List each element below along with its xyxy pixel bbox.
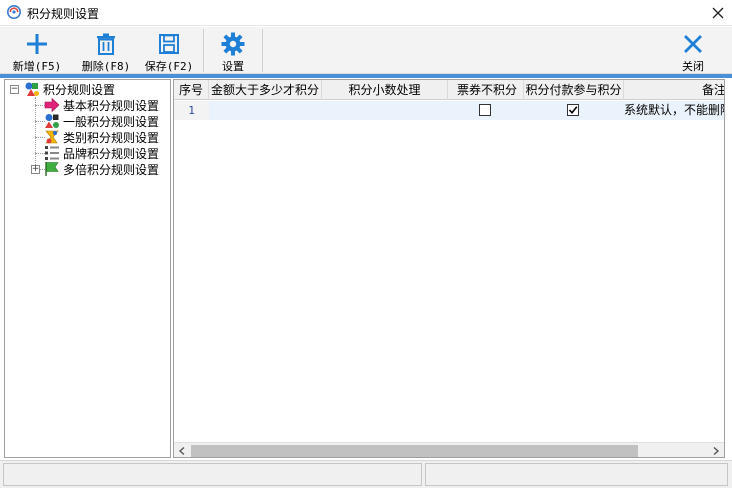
window-close-button[interactable] [704, 0, 732, 26]
settings-button[interactable]: 设置 [210, 27, 256, 74]
column-header-amount[interactable]: 金额大于多少才积分 [209, 80, 322, 100]
app-logo-icon [7, 5, 21, 19]
coupon-no-points-checkbox[interactable] [479, 104, 491, 116]
category-icon [44, 129, 60, 145]
trash-icon [93, 31, 119, 57]
tree-item-label: 基本积分规则设置 [63, 98, 160, 113]
save-icon [156, 31, 182, 57]
rules-group-icon [24, 81, 40, 97]
payment-points-checkbox[interactable] [567, 104, 579, 116]
column-header-decimal[interactable]: 积分小数处理 [322, 80, 448, 100]
flag-icon [44, 161, 60, 177]
tree-root-node[interactable]: 积分规则设置 [24, 81, 115, 97]
decimal-cell[interactable] [322, 101, 448, 120]
rule-tree-panel: − 积分规则设置 基本积分规则设置 一般积分规则设置 类别积分规则设置 品牌积分… [4, 79, 171, 458]
row-index-cell: 1 [174, 101, 209, 120]
delete-button-label: 删除(F8) [81, 60, 131, 73]
tree-root-collapse-toggle[interactable]: − [10, 85, 19, 94]
title-bar: 积分规则设置 [0, 0, 732, 26]
settings-button-label: 设置 [222, 60, 244, 73]
toolbar-separator [262, 29, 263, 72]
gear-icon [220, 31, 246, 57]
scroll-left-arrow-icon[interactable] [174, 443, 190, 457]
remark-cell[interactable]: 系统默认，不能删除 [604, 101, 724, 120]
close-button[interactable]: 关闭 [670, 27, 716, 74]
add-button[interactable]: 新增(F5) [4, 27, 70, 74]
tree-item-label: 类别积分规则设置 [63, 130, 160, 145]
grid-header: 序号 金额大于多少才积分 积分小数处理 票券不积分 积分付款参与积分 备注 [174, 80, 724, 100]
grid-horizontal-scrollbar[interactable] [174, 442, 724, 457]
toolbar: 新增(F5) 删除(F8) 保存(F2) 设置 关闭 [0, 27, 732, 74]
delete-button[interactable]: 删除(F8) [73, 27, 139, 74]
tree-item-label: 一般积分规则设置 [63, 114, 160, 129]
tree-item-multiple-expand-toggle[interactable]: + [31, 165, 40, 174]
column-header-payment[interactable]: 积分付款参与积分 [524, 80, 624, 100]
close-icon [712, 7, 724, 19]
tree-item-brand-rules[interactable]: 品牌积分规则设置 [44, 145, 159, 161]
window-title: 积分规则设置 [27, 7, 100, 21]
scrollbar-thumb[interactable] [191, 445, 638, 457]
save-button-label: 保存(F2) [144, 60, 194, 73]
save-button[interactable]: 保存(F2) [141, 27, 197, 74]
close-icon [680, 31, 706, 57]
add-button-label: 新增(F5) [12, 60, 62, 73]
arrow-right-icon [44, 97, 60, 113]
shapes-icon [44, 113, 60, 129]
brand-icon [44, 145, 60, 161]
tree-guide [35, 97, 36, 169]
tree-item-label: 多倍积分规则设置 [63, 162, 160, 177]
table-row[interactable]: 1 系统默认，不能删除 [174, 101, 724, 120]
column-header-coupon[interactable]: 票券不积分 [448, 80, 524, 100]
tree-item-basic-rules[interactable]: 基本积分规则设置 [44, 97, 159, 113]
tree-item-multiple-rules[interactable]: 多倍积分规则设置 [44, 161, 159, 177]
toolbar-accent-line [0, 74, 732, 78]
amount-cell[interactable] [209, 101, 322, 120]
tree-item-category-rules[interactable]: 类别积分规则设置 [44, 129, 159, 145]
column-header-remark[interactable]: 备注 [624, 80, 724, 100]
scroll-right-arrow-icon[interactable] [708, 443, 724, 457]
status-pane-right [425, 463, 728, 486]
status-pane-left [3, 463, 422, 486]
status-bar [0, 460, 732, 488]
column-header-index[interactable]: 序号 [174, 80, 209, 100]
checkmark-icon [568, 106, 578, 115]
tree-item-general-rules[interactable]: 一般积分规则设置 [44, 113, 159, 129]
toolbar-separator [203, 29, 204, 72]
tree-item-label: 品牌积分规则设置 [63, 146, 160, 161]
rules-grid: 序号 金额大于多少才积分 积分小数处理 票券不积分 积分付款参与积分 备注 1 … [173, 79, 725, 458]
plus-icon [24, 31, 50, 57]
close-button-label: 关闭 [682, 60, 704, 73]
tree-root-label: 积分规则设置 [43, 82, 116, 97]
